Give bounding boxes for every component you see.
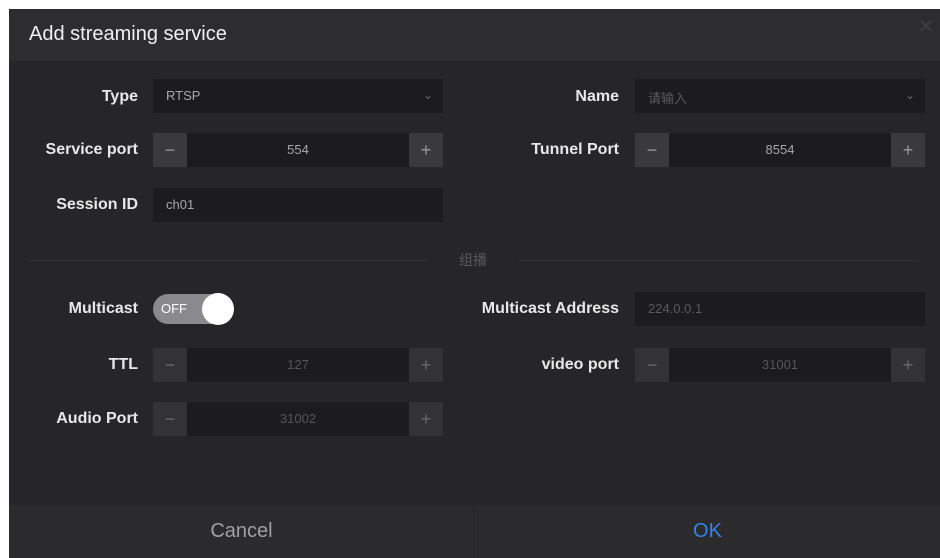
multicast-toggle-state: OFF [161,301,187,316]
tunnel-port-decrement-button[interactable]: − [635,133,669,167]
multicast-address-label: Multicast Address [481,300,619,317]
chevron-down-icon: ⌄ [422,88,433,102]
type-label: Type [101,88,138,105]
audio-port-label: Audio Port [56,410,138,427]
video-port-decrement-button[interactable]: − [635,348,669,382]
dialog-titlebar: Add streaming service ✕ [9,9,940,61]
tunnel-port-label: Tunnel Port [531,141,619,158]
tunnel-port-increment-button[interactable]: + [891,133,925,167]
cancel-button[interactable]: Cancel [9,505,474,558]
section-title: 组播 [459,252,487,268]
dialog-title: Add streaming service [29,23,227,45]
video-port-stepper: − 31001 + [635,348,925,382]
add-streaming-service-dialog: Add streaming service ✕ Type RTSP ⌄ Name… [9,9,940,558]
video-port-value[interactable]: 31001 [669,348,891,382]
audio-port-value[interactable]: 31002 [187,402,409,436]
multicast-address-input[interactable]: 224.0.0.1 [635,292,925,326]
type-select[interactable]: RTSP ⌄ [153,79,443,113]
close-icon[interactable]: ✕ [916,17,936,37]
service-port-label: Service port [45,141,138,158]
audio-port-decrement-button[interactable]: − [153,402,187,436]
dialog-footer: Cancel OK [9,505,940,558]
ok-button[interactable]: OK [475,505,940,558]
video-port-label: video port [541,356,619,373]
session-id-value: ch01 [166,197,195,212]
audio-port-stepper: − 31002 + [153,402,443,436]
multicast-address-value: 224.0.0.1 [648,301,703,316]
tunnel-port-stepper: − 8554 + [635,133,925,167]
session-id-label: Session ID [56,196,138,213]
section-divider-right [519,260,919,261]
video-port-increment-button[interactable]: + [891,348,925,382]
ttl-decrement-button[interactable]: − [153,348,187,382]
name-select[interactable]: 请输入 ⌄ [635,79,925,113]
chevron-down-icon: ⌄ [904,88,915,102]
ttl-value[interactable]: 127 [187,348,409,382]
audio-port-increment-button[interactable]: + [409,402,443,436]
ttl-increment-button[interactable]: + [409,348,443,382]
name-select-placeholder: 请输入 [648,91,688,106]
service-port-stepper: − 554 + [153,133,443,167]
toggle-knob [202,293,234,325]
service-port-decrement-button[interactable]: − [153,133,187,167]
session-id-input[interactable]: ch01 [153,188,443,222]
multicast-toggle[interactable]: OFF [153,293,234,325]
section-divider-left [27,260,427,261]
name-label: Name [575,88,619,105]
type-select-value: RTSP [166,88,201,103]
service-port-value[interactable]: 554 [187,133,409,167]
multicast-label: Multicast [68,300,138,317]
ttl-stepper: − 127 + [153,348,443,382]
service-port-increment-button[interactable]: + [409,133,443,167]
tunnel-port-value[interactable]: 8554 [669,133,891,167]
ttl-label: TTL [108,356,138,373]
